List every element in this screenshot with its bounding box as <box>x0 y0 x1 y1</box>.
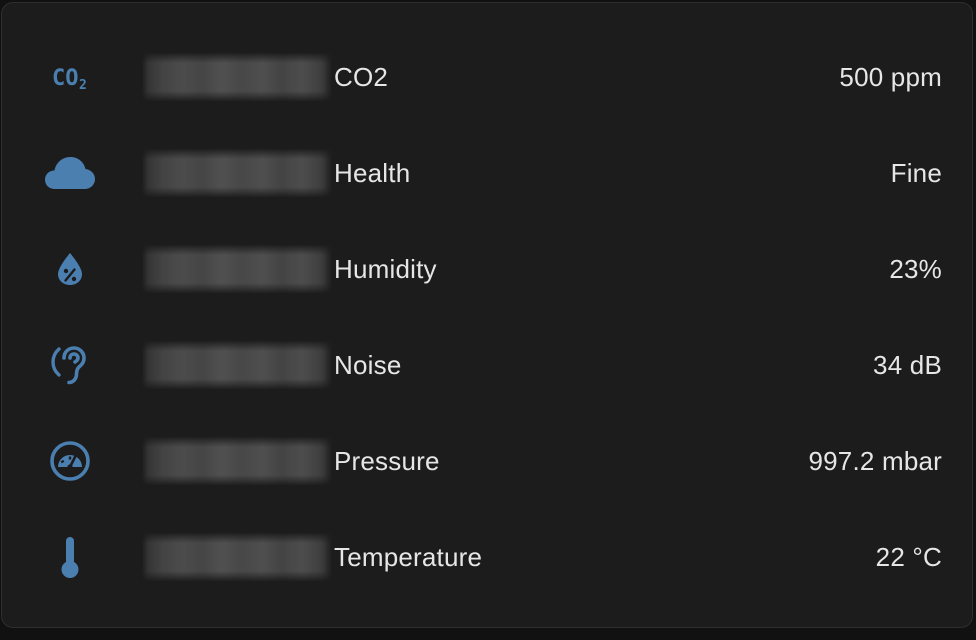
water-percent-icon <box>45 244 95 294</box>
co2-icon: CO 2 <box>45 52 95 102</box>
sensor-row-co2[interactable]: CO 2 CO2 500 ppm <box>2 29 972 125</box>
redacted-device-name <box>142 244 332 294</box>
thermometer-icon <box>45 532 95 582</box>
sensor-label: Noise <box>334 349 402 380</box>
sensor-row-health[interactable]: Health Fine <box>2 125 972 221</box>
sensor-name: Pressure <box>142 435 440 487</box>
sensor-name: Humidity <box>142 243 437 295</box>
sensor-label: Pressure <box>334 445 440 476</box>
sensor-label: Humidity <box>334 253 437 284</box>
sensor-value: 34 dB <box>873 349 942 380</box>
redacted-device-name <box>142 52 332 102</box>
sensor-name: Temperature <box>142 531 482 583</box>
sensor-row-pressure[interactable]: Pressure 997.2 mbar <box>2 413 972 509</box>
sensor-name: Noise <box>142 339 401 391</box>
sensor-label: Temperature <box>334 541 483 572</box>
svg-text:2: 2 <box>79 78 87 92</box>
sensor-name: CO2 <box>142 51 388 103</box>
gauge-icon <box>45 436 95 486</box>
sensor-card: CO 2 CO2 500 ppm Health Fine Humidity 23… <box>1 2 973 628</box>
sensor-row-temperature[interactable]: Temperature 22 °C <box>2 509 972 605</box>
sensor-value: 22 °C <box>875 541 942 572</box>
sensor-value: 23% <box>889 253 942 284</box>
sensor-value: Fine <box>890 157 942 188</box>
redacted-device-name <box>142 148 332 198</box>
cloud-icon <box>45 148 95 198</box>
sensor-row-humidity[interactable]: Humidity 23% <box>2 221 972 317</box>
sensor-value: 997.2 mbar <box>808 445 942 476</box>
sensor-label: CO2 <box>334 61 389 92</box>
sensor-label: Health <box>334 157 411 188</box>
sensor-value: 500 ppm <box>839 61 942 92</box>
sensor-row-noise[interactable]: Noise 34 dB <box>2 317 972 413</box>
sensor-name: Health <box>142 147 410 199</box>
ear-icon <box>45 340 95 390</box>
redacted-device-name <box>142 436 332 486</box>
redacted-device-name <box>142 340 332 390</box>
redacted-device-name <box>142 532 332 582</box>
svg-text:CO: CO <box>52 66 79 91</box>
